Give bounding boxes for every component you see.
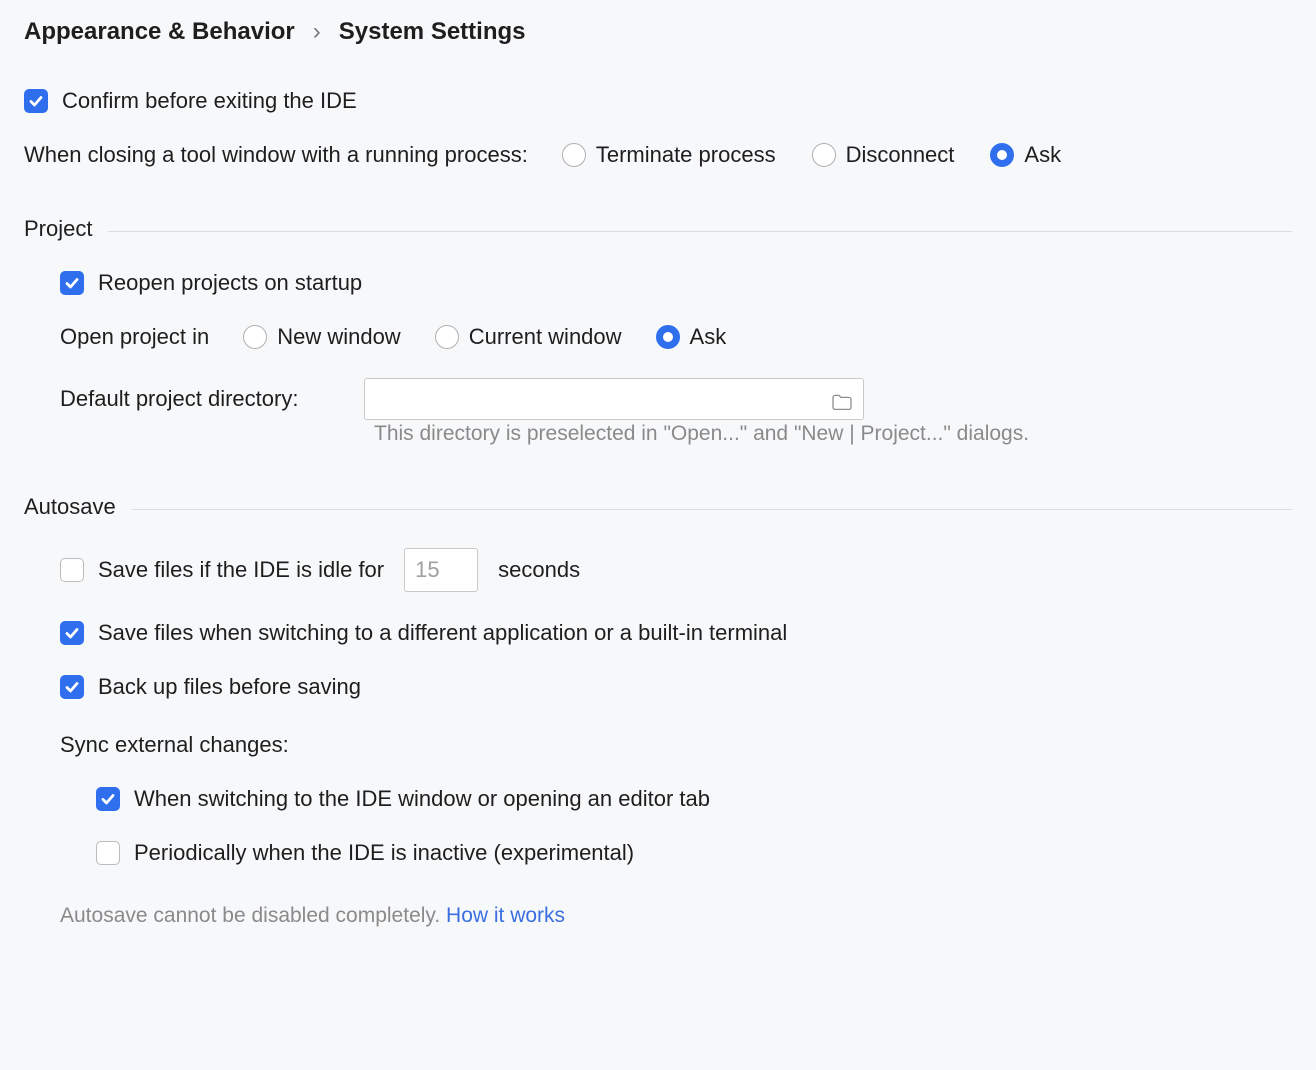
section-title: Project bbox=[24, 216, 92, 242]
breadcrumb: Appearance & Behavior › System Settings bbox=[24, 18, 1292, 46]
breadcrumb-parent[interactable]: Appearance & Behavior bbox=[24, 18, 295, 46]
backup-checkbox[interactable] bbox=[60, 675, 84, 699]
closing-tool-window-label: When closing a tool window with a runnin… bbox=[24, 142, 528, 168]
confirm-exit-checkbox[interactable] bbox=[24, 89, 48, 113]
sync-switch-checkbox[interactable] bbox=[96, 787, 120, 811]
default-directory-row: Default project directory: bbox=[24, 378, 1292, 420]
section-title: Autosave bbox=[24, 494, 116, 520]
radio-label: Ask bbox=[1024, 142, 1061, 168]
sync-switch-row: When switching to the IDE window or open… bbox=[24, 786, 1292, 812]
save-switch-checkbox[interactable] bbox=[60, 621, 84, 645]
radio-label: Current window bbox=[469, 324, 622, 350]
folder-icon[interactable] bbox=[832, 390, 852, 406]
default-directory-hint: This directory is preselected in "Open..… bbox=[374, 422, 1292, 446]
radio-icon bbox=[656, 325, 680, 349]
reopen-projects-label: Reopen projects on startup bbox=[98, 270, 362, 296]
radio-icon bbox=[243, 325, 267, 349]
open-project-in-label: Open project in bbox=[60, 324, 209, 350]
confirm-exit-label: Confirm before exiting the IDE bbox=[62, 88, 357, 114]
how-it-works-link[interactable]: How it works bbox=[446, 904, 565, 927]
reopen-projects-checkbox[interactable] bbox=[60, 271, 84, 295]
sync-periodic-label: Periodically when the IDE is inactive (e… bbox=[134, 840, 634, 866]
open-project-in-row: Open project in New window Current windo… bbox=[24, 324, 1292, 350]
save-switch-row: Save files when switching to a different… bbox=[24, 620, 1292, 646]
divider bbox=[108, 231, 1292, 232]
default-directory-label: Default project directory: bbox=[60, 386, 350, 412]
divider bbox=[132, 509, 1292, 510]
sync-periodic-row: Periodically when the IDE is inactive (e… bbox=[24, 840, 1292, 866]
breadcrumb-current: System Settings bbox=[339, 18, 526, 46]
reopen-projects-row: Reopen projects on startup bbox=[24, 270, 1292, 296]
autosave-note-text: Autosave cannot be disabled completely. bbox=[60, 904, 446, 927]
closing-radio-terminate[interactable]: Terminate process bbox=[562, 142, 776, 168]
open-radio-group: New window Current window Ask bbox=[243, 324, 726, 350]
chevron-right-icon: › bbox=[313, 18, 321, 46]
default-directory-input[interactable] bbox=[364, 378, 864, 420]
backup-label: Back up files before saving bbox=[98, 674, 361, 700]
save-idle-prefix: Save files if the IDE is idle for bbox=[98, 557, 384, 583]
autosave-section-header: Autosave bbox=[24, 494, 1292, 520]
sync-header-row: Sync external changes: bbox=[24, 732, 1292, 758]
radio-label: Ask bbox=[690, 324, 727, 350]
closing-radio-disconnect[interactable]: Disconnect bbox=[812, 142, 955, 168]
radio-icon bbox=[435, 325, 459, 349]
sync-header-label: Sync external changes: bbox=[60, 732, 289, 758]
sync-switch-label: When switching to the IDE window or open… bbox=[134, 786, 710, 812]
radio-label: Terminate process bbox=[596, 142, 776, 168]
autosave-note: Autosave cannot be disabled completely. … bbox=[24, 904, 1292, 928]
save-idle-row: Save files if the IDE is idle for second… bbox=[24, 548, 1292, 592]
closing-radio-ask[interactable]: Ask bbox=[990, 142, 1061, 168]
save-idle-suffix: seconds bbox=[498, 557, 580, 583]
confirm-exit-row: Confirm before exiting the IDE bbox=[24, 88, 1292, 114]
save-switch-label: Save files when switching to a different… bbox=[98, 620, 787, 646]
closing-tool-window-row: When closing a tool window with a runnin… bbox=[24, 142, 1292, 168]
project-section-header: Project bbox=[24, 216, 1292, 242]
closing-radio-group: Terminate process Disconnect Ask bbox=[562, 142, 1061, 168]
open-radio-current-window[interactable]: Current window bbox=[435, 324, 622, 350]
radio-icon bbox=[990, 143, 1014, 167]
sync-periodic-checkbox[interactable] bbox=[96, 841, 120, 865]
save-idle-checkbox[interactable] bbox=[60, 558, 84, 582]
idle-seconds-input[interactable] bbox=[404, 548, 478, 592]
radio-icon bbox=[562, 143, 586, 167]
radio-label: New window bbox=[277, 324, 401, 350]
open-radio-ask[interactable]: Ask bbox=[656, 324, 727, 350]
backup-row: Back up files before saving bbox=[24, 674, 1292, 700]
radio-icon bbox=[812, 143, 836, 167]
open-radio-new-window[interactable]: New window bbox=[243, 324, 401, 350]
radio-label: Disconnect bbox=[846, 142, 955, 168]
